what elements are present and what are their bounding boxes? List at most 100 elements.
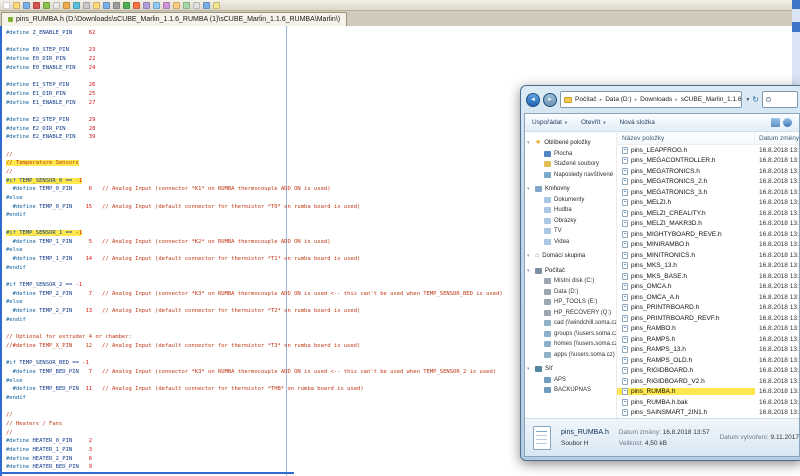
file-row[interactable]: pins_MEGATRONICS.h16.8.2018 13:57 [617,166,799,177]
file-row[interactable]: pins_RAMPS_13.h16.8.2018 13:57 [617,345,799,356]
sidebar-item-s[interactable]: ▾Síť [525,364,616,375]
back-button[interactable]: ◄ [526,93,540,107]
editor-scrollbar[interactable] [792,0,800,85]
sidebar-item-obl-ben-polo-ky[interactable]: ▾★Oblíbené položky [525,138,616,149]
file-name-cell: pins_LEAPFROG.h [617,147,755,154]
organize-button[interactable]: Uspořádat ▼ [532,119,568,126]
toolbar-icon[interactable] [163,2,170,9]
sidebar-item-po-ta[interactable]: ▾Počítač [525,266,616,277]
file-row[interactable]: pins_SAINSMART_2IN1.h16.8.2018 13:57 [617,408,799,419]
chevron-down-icon[interactable]: ▼ [745,97,750,103]
sidebar-item-data-d[interactable]: Data (D:) [525,287,616,298]
breadcrumb-segment[interactable]: Downloads [640,96,672,103]
sidebar-item-plocha[interactable]: Plocha [525,149,616,160]
file-row[interactable]: pins_PRINTRBOARD_REVF.h16.8.2018 13:57 [617,313,799,324]
toolbar-icon[interactable] [103,2,110,9]
file-row[interactable]: pins_LEAPFROG.h16.8.2018 13:57 [617,145,799,156]
sidebar-item-dokumenty[interactable]: Dokumenty [525,195,616,206]
file-row[interactable]: pins_PRINTRBOARD.h16.8.2018 13:57 [617,303,799,314]
toolbar-icon[interactable] [153,2,160,9]
toolbar-icon[interactable] [143,2,150,9]
file-icon [622,210,628,217]
file-row[interactable]: pins_MKS_BASE.h16.8.2018 13:57 [617,271,799,282]
file-row[interactable]: pins_MIGHTYBOARD_REVE.h16.8.2018 13:57 [617,229,799,240]
file-icon [622,388,628,395]
sidebar-item-cad-windchill-soma-cz[interactable]: cad (\\windchill.soma.cz) [525,318,616,329]
file-row[interactable]: pins_MKS_13.h16.8.2018 13:57 [617,261,799,272]
sidebar-item-naposledy-nav-t-ven[interactable]: Naposledy navštívené [525,170,616,181]
file-row[interactable]: pins_MELZI_CREALITY.h16.8.2018 13:57 [617,208,799,219]
search-input[interactable] [762,91,798,108]
file-row[interactable]: pins_MEGATRONICS_2.h16.8.2018 13:57 [617,177,799,188]
breadcrumb-extra: ▼ ↻ [745,95,759,104]
toolbar-icon[interactable] [213,2,220,9]
toolbar-icon[interactable] [53,2,60,9]
editor-tab[interactable]: pins_RUMBA.h (D:\Downloads\sCUBE_Marlin_… [1,12,347,26]
file-row[interactable]: pins_MELZI.h16.8.2018 13:57 [617,198,799,209]
breadcrumb-segment[interactable]: Data (D:) [605,96,631,103]
file-row[interactable]: pins_RUMBA.h.bak16.8.2018 13:57 [617,397,799,408]
file-row[interactable]: pins_RAMPS.h16.8.2018 13:57 [617,334,799,345]
file-row[interactable]: pins_RIGIDBOARD.h16.8.2018 13:57 [617,366,799,377]
refresh-icon[interactable]: ↻ [752,95,759,104]
sidebar-item-backupnas[interactable]: BACKUPNAS [525,385,616,396]
sidebar-item-tv[interactable]: TV [525,226,616,237]
toolbar-icon[interactable] [83,2,90,9]
file-row[interactable]: pins_OMCA.h16.8.2018 13:57 [617,282,799,293]
scroll-up-icon[interactable] [792,0,800,9]
sidebar-item-dom-c-skupina[interactable]: ▾⌂Domácí skupina [525,251,616,262]
sidebar-item-videa[interactable]: Videa [525,237,616,248]
toolbar-icon[interactable] [3,2,10,9]
file-row[interactable]: pins_RAMPS_OLD.h16.8.2018 13:57 [617,355,799,366]
toolbar-icon[interactable] [183,2,190,9]
toolbar-icon[interactable] [113,2,120,9]
file-row[interactable]: pins_OMCA_A.h16.8.2018 13:57 [617,292,799,303]
file-row[interactable]: pins_MEGATRONICS_3.h16.8.2018 13:57 [617,187,799,198]
file-row[interactable]: pins_RIGIDBOARD_V2.h16.8.2018 13:57 [617,376,799,387]
file-row[interactable]: pins_MELZI_MAKR3D.h16.8.2018 13:57 [617,219,799,230]
toolbar-icon[interactable] [173,2,180,9]
file-icon [622,304,628,311]
sidebar-item-hp-recovery-q[interactable]: HP_RECOVERY (Q:) [525,308,616,319]
sidebar-item-m-stn-disk-c[interactable]: Místní disk (C:) [525,276,616,287]
net-drive-icon [544,331,551,337]
column-header-modified[interactable]: Datum změny [755,132,799,144]
new-folder-button[interactable]: Nová složka [619,119,654,126]
sidebar-item-aps[interactable]: APS [525,375,616,386]
toolbar-icon[interactable] [203,2,210,9]
breadcrumb[interactable]: Počítač▸Data (D:)▸Downloads▸sCUBE_Marlin… [560,91,742,108]
sidebar-item-apps-users-soma-cz[interactable]: apps (\\users.soma.cz) [525,350,616,361]
help-icon[interactable] [783,118,792,127]
toolbar-icon[interactable] [33,2,40,9]
file-row[interactable]: pins_MINIRAMBO.h16.8.2018 13:57 [617,240,799,251]
sidebar-item-hp-tools-e[interactable]: HP_TOOLS (E:) [525,297,616,308]
toolbar-icon[interactable] [133,2,140,9]
file-row[interactable]: pins_RUMBA.h16.8.2018 13:57 [617,387,799,398]
sidebar-item-obr-zky[interactable]: Obrázky [525,216,616,227]
column-header-name[interactable]: Název položky [617,132,755,144]
sidebar-item-knihovny[interactable]: ▾Knihovny [525,184,616,195]
scrollbar-thumb[interactable] [792,22,800,32]
file-row[interactable]: pins_MEGACONTROLLER.h16.8.2018 13:57 [617,156,799,167]
toolbar-icon[interactable] [93,2,100,9]
toolbar-icon[interactable] [63,2,70,9]
file-row[interactable]: pins_RAMBO.h16.8.2018 13:57 [617,324,799,335]
breadcrumb-segment[interactable]: Počítač [575,96,597,103]
details-pane: pins_RUMBA.h Soubor H Datum změny: 16.8.… [525,418,799,456]
breadcrumb-segment[interactable]: sCUBE_Marlin_1.1.6_RUMBA (1) [681,96,743,103]
toolbar-icon[interactable] [13,2,20,9]
toolbar-icon[interactable] [43,2,50,9]
toolbar-icon[interactable] [123,2,130,9]
file-row[interactable]: pins_MINITRONICS.h16.8.2018 13:57 [617,250,799,261]
sidebar-item-groups-users-soma-cz[interactable]: groups (\\users.soma.cz) [525,329,616,340]
change-view-icon[interactable] [771,118,780,127]
sidebar-item-hudba[interactable]: Hudba [525,205,616,216]
sidebar-item-sta-en-soubory[interactable]: Stažené soubory [525,159,616,170]
toolbar-icon[interactable] [23,2,30,9]
sidebar-item-homes-users-soma-cz[interactable]: homes (\\users.soma.cz) [525,339,616,350]
file-name: pins_RUMBA.h.bak [631,399,688,406]
toolbar-icon[interactable] [73,2,80,9]
toolbar-icon[interactable] [193,2,200,9]
forward-button[interactable]: ► [543,93,557,107]
open-button[interactable]: Otevřít ▼ [581,119,606,126]
